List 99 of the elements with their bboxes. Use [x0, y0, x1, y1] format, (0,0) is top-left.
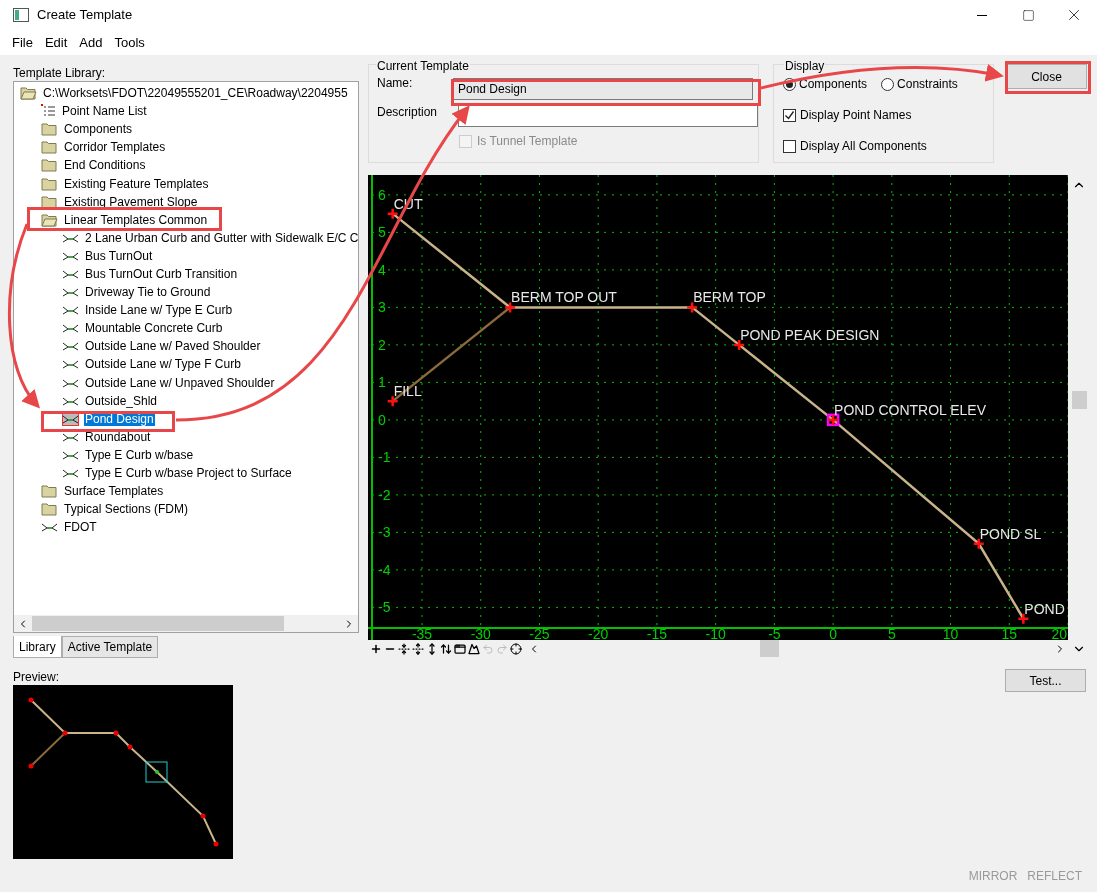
- point-name: BERM TOP OUT: [511, 289, 617, 306]
- radio-label: Constraints: [897, 76, 958, 93]
- menu-item[interactable]: Add: [73, 32, 109, 53]
- point-marker[interactable]: [503, 301, 517, 314]
- app-icon: [13, 8, 29, 22]
- template-tree[interactable]: [13, 81, 359, 633]
- x-tick-label: 5: [887, 626, 896, 640]
- name-field[interactable]: Pond Design: [453, 78, 753, 100]
- point-marker[interactable]: [386, 207, 399, 220]
- x-tick-label: -10: [705, 626, 726, 640]
- tree-item[interactable]: Outside Lane w/ Paved Shoulder: [84, 339, 262, 354]
- tree-item[interactable]: Type E Curb w/base Project to Surface: [84, 466, 293, 480]
- tree-item[interactable]: Mountable Concrete Curb: [84, 321, 224, 336]
- preview-label: Preview:: [13, 669, 60, 685]
- tree-item[interactable]: Outside_Shld: [84, 393, 159, 408]
- tree-item[interactable]: Bus TurnOut Curb Transition: [84, 267, 239, 281]
- menu-item[interactable]: File: [6, 32, 39, 53]
- x-tick-label: 15: [1001, 626, 1018, 640]
- tree-item[interactable]: Existing Feature Templates: [63, 176, 210, 191]
- test-button[interactable]: Test...: [1005, 669, 1086, 692]
- menu-item[interactable]: Edit: [38, 32, 74, 53]
- window-title: Create Template: [37, 6, 133, 25]
- option-label: Display All Components: [800, 138, 927, 155]
- point-name: POND SL: [979, 525, 1042, 542]
- crosshair-icon[interactable]: [510, 642, 522, 655]
- x-tick-label: -20: [588, 626, 609, 640]
- radio-button[interactable]: [881, 77, 895, 91]
- x-tick-label: -30: [470, 626, 491, 640]
- tree-item[interactable]: FDOT: [63, 520, 98, 535]
- x-tick-label: -5: [768, 626, 781, 640]
- x-tick-label: -15: [646, 626, 668, 640]
- tree-item[interactable]: End Conditions: [63, 158, 147, 173]
- tree-item[interactable]: Roundabout: [84, 429, 152, 444]
- option-checkbox[interactable]: [783, 108, 796, 122]
- y-tick-label: 5: [378, 224, 386, 241]
- tree-item[interactable]: Existing Pavement Slope: [63, 194, 199, 209]
- option-label: Display Point Names: [800, 107, 912, 124]
- x-tick-label: 20: [1051, 626, 1067, 640]
- y-tick-label: -4: [378, 561, 391, 578]
- tree-item[interactable]: 2 Lane Urban Curb and Gutter with Sidewalk E/C C: [84, 230, 358, 245]
- tree-item[interactable]: Corridor Templates: [63, 140, 167, 155]
- list-icon: [41, 104, 56, 119]
- point-marker[interactable]: [685, 301, 699, 314]
- y-tick-label: 0: [378, 411, 386, 428]
- horizontal-scrollbar[interactable]: [14, 615, 358, 632]
- point-marker[interactable]: [972, 537, 985, 550]
- control-point-marker[interactable]: [826, 413, 840, 427]
- window-icon[interactable]: [454, 642, 466, 655]
- y-tick-label: 4: [378, 261, 386, 278]
- tunnel-label: Is Tunnel Template: [477, 133, 578, 150]
- radio-label: Components: [799, 76, 868, 93]
- point-marker[interactable]: [386, 394, 399, 408]
- tree-item[interactable]: Typical Sections (FDM): [63, 502, 190, 517]
- y-tick-label: -1: [378, 449, 391, 466]
- y-tick-label: -3: [378, 524, 391, 541]
- tree-item[interactable]: C:\Worksets\FDOT\22049555201_CE\Roadway\2204955: [42, 86, 349, 101]
- scrollbar-thumb[interactable]: [1071, 391, 1087, 409]
- point-name: POND: [1024, 600, 1065, 617]
- tab[interactable]: Library: [13, 636, 62, 658]
- point-name: POND PEAK DESIGN: [740, 326, 880, 343]
- point-name: BERM TOP: [693, 289, 766, 306]
- tree-item[interactable]: Driveway Tie to Ground: [84, 285, 212, 300]
- point-name: POND CONTROL ELEV: [834, 401, 987, 418]
- tree-item[interactable]: Outside Lane w/ Type F Curb: [84, 357, 242, 372]
- maximize-icon: [1021, 8, 1035, 22]
- x-tick-label: -35: [411, 626, 433, 640]
- up-down-arrows-icon[interactable]: [440, 642, 452, 655]
- name-label: Name:: [377, 75, 414, 92]
- tree-item[interactable]: Bus TurnOut: [84, 248, 154, 263]
- fold-icon[interactable]: [398, 642, 410, 655]
- x-tick-label: 10: [942, 626, 959, 640]
- y-tick-label: -2: [378, 486, 391, 503]
- y-tick-label: 2: [378, 336, 386, 353]
- mountain-icon[interactable]: [468, 642, 480, 655]
- menu-item[interactable]: Tools: [108, 32, 151, 53]
- tree-item[interactable]: Surface Templates: [63, 484, 165, 499]
- tree-item[interactable]: Outside Lane w/ Unpaved Shoulder: [84, 375, 276, 390]
- tree-item[interactable]: Inside Lane w/ Type E Curb: [84, 303, 234, 318]
- tree-item[interactable]: Linear Templates Common: [63, 212, 209, 227]
- zoom-in-icon[interactable]: [370, 642, 382, 655]
- y-tick-label: 3: [378, 299, 386, 316]
- close-button[interactable]: Close: [1006, 64, 1087, 89]
- y-tick-label: 6: [378, 186, 386, 203]
- unfold-icon[interactable]: [412, 642, 424, 655]
- tab[interactable]: Active Template: [61, 636, 159, 658]
- x-tick-label: -25: [529, 626, 550, 640]
- description-label: Description: [377, 104, 439, 121]
- option-checkbox[interactable]: [783, 139, 796, 153]
- x-tick-label: 0: [829, 626, 837, 640]
- tree-item[interactable]: Components: [63, 122, 134, 137]
- scrollbar-thumb[interactable]: [760, 640, 779, 657]
- point-marker[interactable]: [1017, 612, 1030, 625]
- tree-item[interactable]: Type E Curb w/base: [84, 447, 195, 462]
- y-tick-label: -5: [378, 599, 391, 616]
- tree-item[interactable]: Point Name List: [61, 104, 148, 119]
- point-marker[interactable]: [732, 338, 746, 352]
- y-tick-label: 1: [378, 374, 386, 391]
- minimize-icon: [977, 14, 987, 16]
- library-label: Template Library:: [13, 65, 107, 81]
